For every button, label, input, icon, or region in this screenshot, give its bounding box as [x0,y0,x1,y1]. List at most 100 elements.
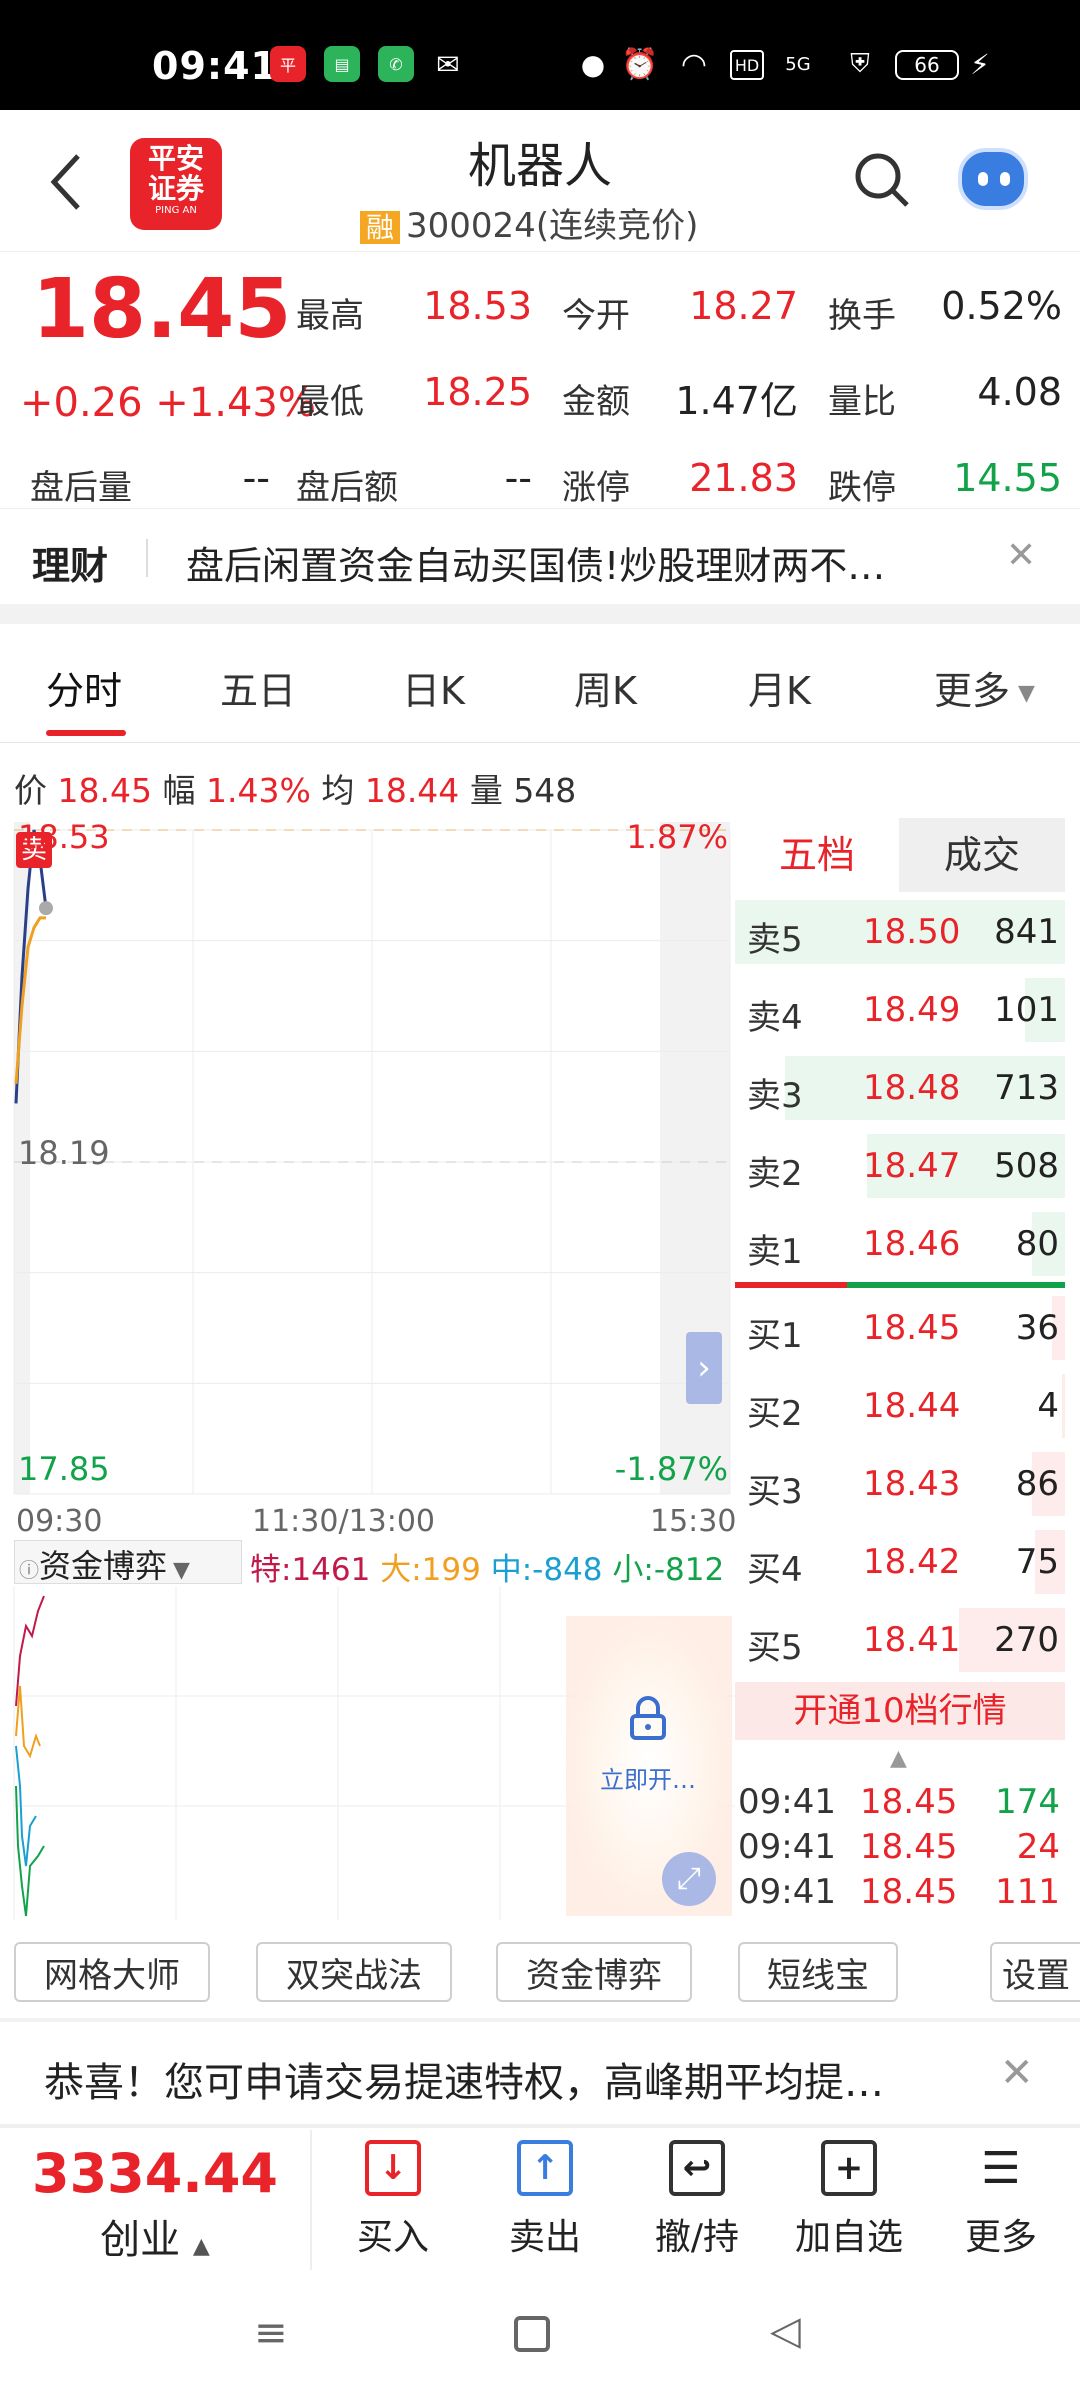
shield-icon: ⛨ [850,48,870,79]
fund-selector[interactable]: ⓘ资金博弈 ▼ [14,1540,242,1585]
limit-down-label: 跌停 [828,468,896,508]
ask-label: 卖1 [747,1232,803,1272]
tick-time: 09:41 [738,1872,836,1912]
special-flow-label: 特 [250,1552,281,1588]
tick-row: 09:41 18.45 24 [738,1827,1064,1871]
bid-volume-bar [1061,1374,1065,1438]
bid-label: 买4 [747,1550,803,1590]
collapse-arrow-icon[interactable]: ▲ [890,1746,907,1771]
status-bar: 09:41 平 ▤ ✆ ✉ ● ⏰ ◠ HD 5G ⛨ 66 ⚡ [0,0,1080,110]
tick-price: 18.45 [860,1782,958,1822]
cancel-hold-button[interactable]: ↩ 撤/持 [632,2140,762,2260]
afterhours-volume-value: -- [242,456,270,500]
bid-level-2[interactable]: 买2 18.44 4 [735,1370,1065,1442]
tab-monthly-k[interactable]: 月K [748,660,811,715]
system-nav-bar: ≡ ◁ [0,2270,1080,2400]
large-flow-value: 199 [421,1552,481,1588]
tab-daily-k[interactable]: 日K [402,660,465,715]
nav-back-icon[interactable]: ◁ [770,2308,801,2354]
finance-banner[interactable]: 理财 盘后闲置资金自动买国债!炒股理财两不… ✕ [0,508,1080,604]
bottom-divider [0,2124,1080,2128]
ask-level-3[interactable]: 卖3 18.48 713 [735,1052,1065,1124]
notice-close-icon[interactable]: ✕ [1000,2050,1034,2096]
ask-volume: 101 [994,990,1059,1030]
tick-time: 09:41 [738,1827,836,1867]
tab-five-day[interactable]: 五日 [220,660,296,715]
ask-level-2[interactable]: 卖4 18.49 101 [735,974,1065,1046]
settings-button[interactable]: 设置 [990,1942,1080,2002]
bid-level-3[interactable]: 买3 18.43 86 [735,1448,1065,1520]
banner-close-icon[interactable]: ✕ [1006,535,1036,576]
high-value: 18.53 [423,284,532,328]
more-label: 更多 [964,2217,1037,2258]
price-info-label: 价 [14,771,47,810]
more-button[interactable]: ☰ 更多 [936,2140,1066,2260]
grid-master-button[interactable]: 网格大师 [14,1942,210,2002]
robot-assistant-icon[interactable] [958,148,1028,210]
unlock-now-link[interactable]: 立即开… [600,1760,696,1795]
ask-label: 卖3 [747,1076,803,1116]
search-icon[interactable] [852,150,912,210]
open-value: 18.27 [689,284,798,328]
chart-info-row: 价 18.45 幅 1.43% 均 18.44 量 548 [14,764,576,812]
add-watchlist-button[interactable]: + 加自选 [784,2140,914,2260]
expand-chevron-icon[interactable]: › [686,1332,722,1404]
fund-game-button[interactable]: 资金博弈 [496,1942,692,2002]
afterhours-volume-label: 盘后量 [30,468,132,508]
vol-info-label: 量 [469,771,503,810]
ask-label: 卖5 [747,920,803,960]
notice-bar[interactable]: 恭喜！您可申请交易提速特权，高峰期平均提… ✕ [0,2022,1080,2124]
orderbook-tab-trades[interactable]: 成交 [899,818,1065,892]
bid-level-4[interactable]: 买4 18.42 75 [735,1526,1065,1598]
x-label-mid: 11:30/13:00 [252,1504,436,1539]
ask-level-1[interactable]: 卖5 18.50 841 [735,896,1065,968]
volume-ratio-label: 量比 [828,382,896,422]
drop-icon: ● [580,47,606,81]
margin-tag: 融 [360,211,401,244]
index-name-row: 创业 ▲ [0,2207,310,2265]
tick-row: 09:41 18.45 174 [738,1782,1064,1826]
lock-icon[interactable] [628,1696,668,1740]
upgrade-10-level-button[interactable]: 开通10档行情 [735,1682,1065,1740]
intraday-chart[interactable] [0,810,735,1530]
stock-code: 300024 [406,206,536,246]
pct-label-bottom: -1.87% [614,1450,728,1488]
tab-more[interactable]: 更多 ▼ [934,660,1035,715]
nav-home-icon[interactable] [514,2316,550,2352]
short-line-button[interactable]: 短线宝 [738,1942,898,2002]
spread-divider-green [847,1282,1065,1288]
banner-text: 盘后闲置资金自动买国债!炒股理财两不… [186,544,886,588]
amount-value: 1.47亿 [675,379,798,423]
ask-price: 18.47 [863,1146,961,1186]
ask-price: 18.46 [863,1224,961,1264]
wifi-icon: ◠ [680,46,708,82]
ask-label: 卖4 [747,998,803,1038]
tick-volume: 24 [1016,1827,1060,1867]
fullscreen-icon[interactable]: ⤢ [662,1852,716,1906]
bid-price: 18.45 [863,1308,961,1348]
double-breakout-button[interactable]: 双突战法 [256,1942,452,2002]
trading-state: (连续竞价) [535,206,699,246]
bid-level-5[interactable]: 买5 18.41 270 [735,1604,1065,1676]
current-price-dot [39,901,53,916]
afterhours-amount-value: -- [504,456,532,500]
small-flow-label: 小 [612,1552,644,1588]
tab-weekly-k[interactable]: 周K [574,660,637,715]
chevron-down-icon: ▼ [1018,681,1035,706]
plus-icon: + [821,2140,877,2196]
ask-price: 18.50 [863,912,961,952]
buy-button[interactable]: ↓ 买入 [328,2140,458,2260]
orderbook-tab-level5[interactable]: 五档 [735,818,899,892]
price-info-value: 18.45 [57,771,152,810]
small-flow-value: -812 [653,1552,725,1588]
ask-price: 18.49 [863,990,961,1030]
ask-level-5[interactable]: 卖1 18.46 80 [735,1208,1065,1280]
bid-level-1[interactable]: 买1 18.45 36 [735,1292,1065,1364]
tab-intraday[interactable]: 分时 [46,660,122,715]
sell-button[interactable]: ↑ 卖出 [480,2140,610,2260]
nav-menu-icon[interactable]: ≡ [254,2310,288,2356]
buy-icon: ↓ [365,2140,421,2196]
index-ticker[interactable]: 3334.44 创业 ▲ [0,2130,312,2270]
x-label-close: 15:30 [650,1504,737,1539]
ask-level-4[interactable]: 卖2 18.47 508 [735,1130,1065,1202]
